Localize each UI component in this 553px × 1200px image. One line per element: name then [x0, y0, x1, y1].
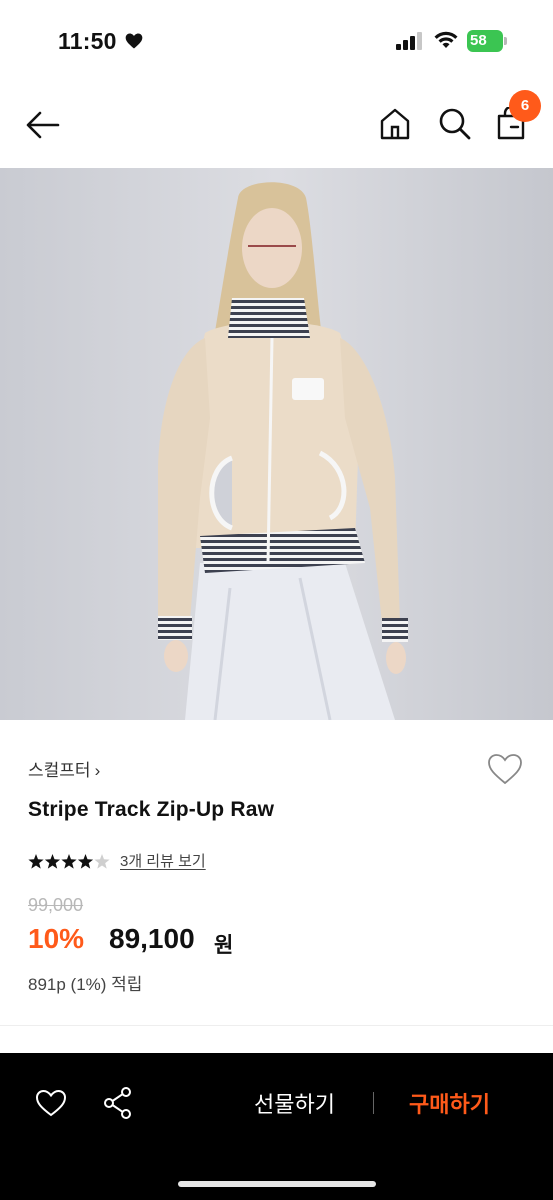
heart-outline-icon[interactable]: [486, 752, 524, 786]
arrow-left-icon[interactable]: [24, 109, 62, 141]
original-price: 99,000: [28, 895, 84, 915]
price-unit: 원: [214, 934, 234, 957]
bottom-action-bar: 선물하기 구매하기: [0, 1053, 553, 1200]
reward-points: 891p (1%) 적립: [28, 975, 143, 994]
star-half-icon: [94, 854, 110, 869]
star-icon: [28, 854, 44, 869]
cart-count-badge[interactable]: 6: [509, 90, 541, 122]
buy-button[interactable]: 구매하기: [409, 1087, 490, 1119]
rating-stars: [28, 854, 110, 869]
product-photo-illustration: [0, 168, 553, 720]
product-image[interactable]: [0, 168, 553, 720]
divider: [0, 1025, 553, 1026]
share-icon[interactable]: [102, 1086, 134, 1120]
star-icon: [44, 854, 61, 869]
product-title: Stripe Track Zip-Up Raw: [28, 798, 275, 821]
divider: [373, 1092, 374, 1114]
top-navigation: [0, 95, 553, 155]
status-bar: 11:50 58: [0, 0, 553, 80]
heart-filled-icon: [125, 33, 143, 49]
star-icon: [77, 854, 94, 869]
heart-outline-icon[interactable]: [34, 1088, 68, 1118]
home-icon[interactable]: [378, 107, 412, 141]
search-icon[interactable]: [438, 107, 472, 141]
wifi-icon: [434, 31, 458, 48]
sale-price: 89,100: [109, 923, 195, 954]
review-link[interactable]: 3개 리뷰 보기: [120, 850, 206, 871]
battery-level: 58: [470, 32, 487, 49]
star-icon: [61, 854, 77, 869]
gift-button[interactable]: 선물하기: [254, 1087, 335, 1119]
status-time: 11:50: [58, 28, 117, 54]
discount-rate: 10%: [28, 923, 85, 954]
brand-link[interactable]: 스컬프터 ›: [28, 756, 100, 781]
battery-tip: [504, 37, 507, 45]
brand-name: 스컬프터: [28, 761, 91, 780]
battery-indicator: 58: [467, 30, 507, 52]
cellular-signal-icon: [396, 32, 422, 50]
home-indicator[interactable]: [178, 1181, 376, 1187]
chevron-right-icon: ›: [94, 761, 101, 780]
